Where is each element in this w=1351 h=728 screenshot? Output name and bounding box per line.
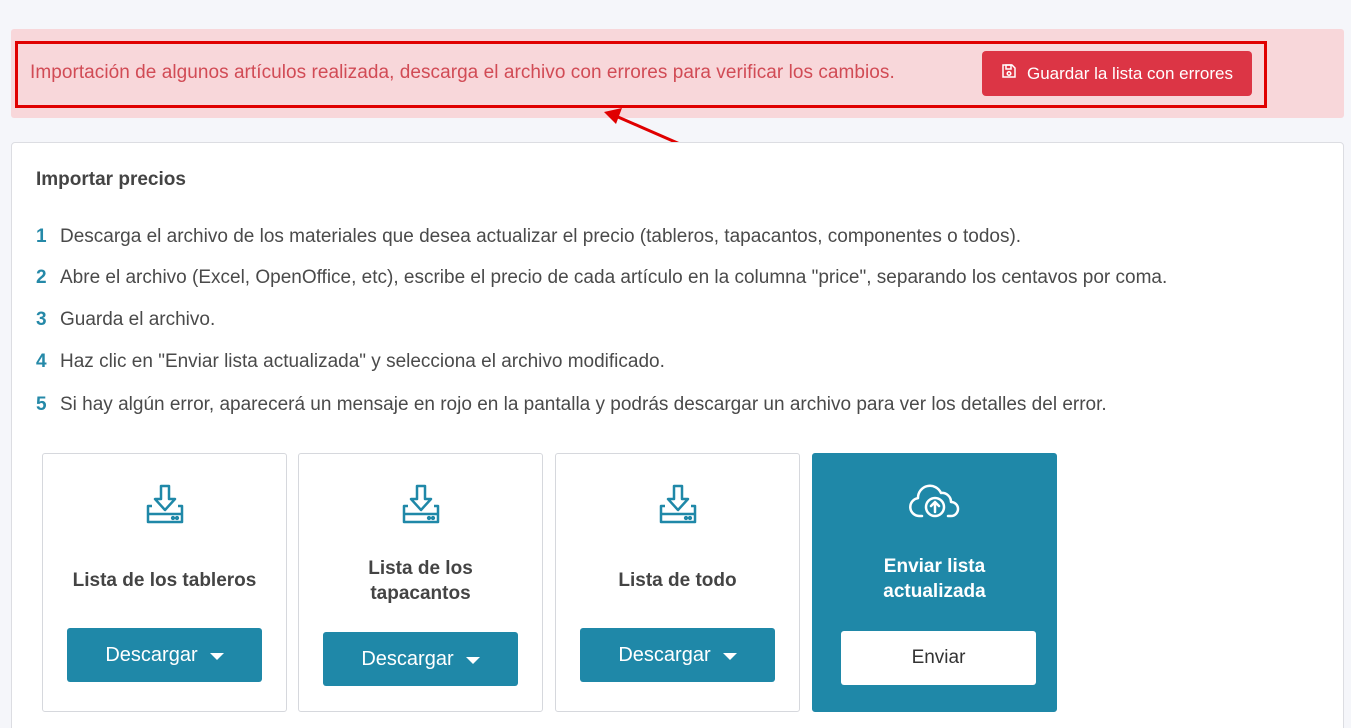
tile-label: Lista de todo [618, 570, 737, 591]
section-title: Importar precios [36, 169, 186, 190]
step-text: Haz clic en "Enviar lista actualizada" y… [60, 351, 665, 372]
step-number: 2 [36, 267, 47, 288]
step-item: 3 Guarda el archivo. [36, 309, 215, 331]
alert-message: Importación de algunos artículos realiza… [30, 62, 895, 83]
caret-down-icon [209, 652, 224, 660]
step-text: Guarda el archivo. [60, 309, 216, 330]
save-icon [1001, 63, 1017, 84]
tile-label: Lista de los tableros [72, 570, 257, 591]
step-number: 4 [36, 351, 47, 372]
tile-todo: Lista de todo Descargar [555, 453, 800, 712]
step-item: 2 Abre el archivo (Excel, OpenOffice, et… [36, 267, 1167, 289]
cloud-upload-icon [813, 480, 1056, 526]
send-button[interactable]: Enviar [841, 631, 1036, 685]
download-tray-icon [556, 482, 799, 528]
download-label: Descargar [361, 647, 454, 670]
download-button[interactable]: Descargar [323, 632, 518, 686]
tile-upload: Enviar lista actualizada Enviar [812, 453, 1057, 712]
step-text: Abre el archivo (Excel, OpenOffice, etc)… [60, 267, 1168, 288]
download-tray-icon [43, 482, 286, 528]
save-errors-label: Guardar la lista con errores [1027, 63, 1233, 83]
caret-down-icon [465, 656, 480, 664]
save-errors-button[interactable]: Guardar la lista con errores [982, 51, 1252, 96]
step-number: 3 [36, 309, 47, 330]
tile-label: Lista de los tapacantos [368, 558, 473, 604]
download-label: Descargar [105, 643, 198, 666]
download-tray-icon [299, 482, 542, 528]
tile-tableros: Lista de los tableros Descargar [42, 453, 287, 712]
tile-tapacantos: Lista de los tapacantos Descargar [298, 453, 543, 712]
step-number: 1 [36, 226, 47, 247]
step-item: 1 Descarga el archivo de los materiales … [36, 226, 1021, 248]
step-number: 5 [36, 394, 47, 415]
step-item: 5 Si hay algún error, aparecerá un mensa… [36, 394, 1107, 416]
download-label: Descargar [618, 643, 711, 666]
download-button[interactable]: Descargar [580, 628, 775, 682]
download-button[interactable]: Descargar [67, 628, 262, 682]
step-text: Descarga el archivo de los materiales qu… [60, 226, 1022, 247]
step-text: Si hay algún error, aparecerá un mensaje… [60, 394, 1107, 415]
step-item: 4 Haz clic en "Enviar lista actualizada"… [36, 351, 665, 373]
tile-label: Enviar lista actualizada [883, 556, 986, 602]
caret-down-icon [722, 652, 737, 660]
